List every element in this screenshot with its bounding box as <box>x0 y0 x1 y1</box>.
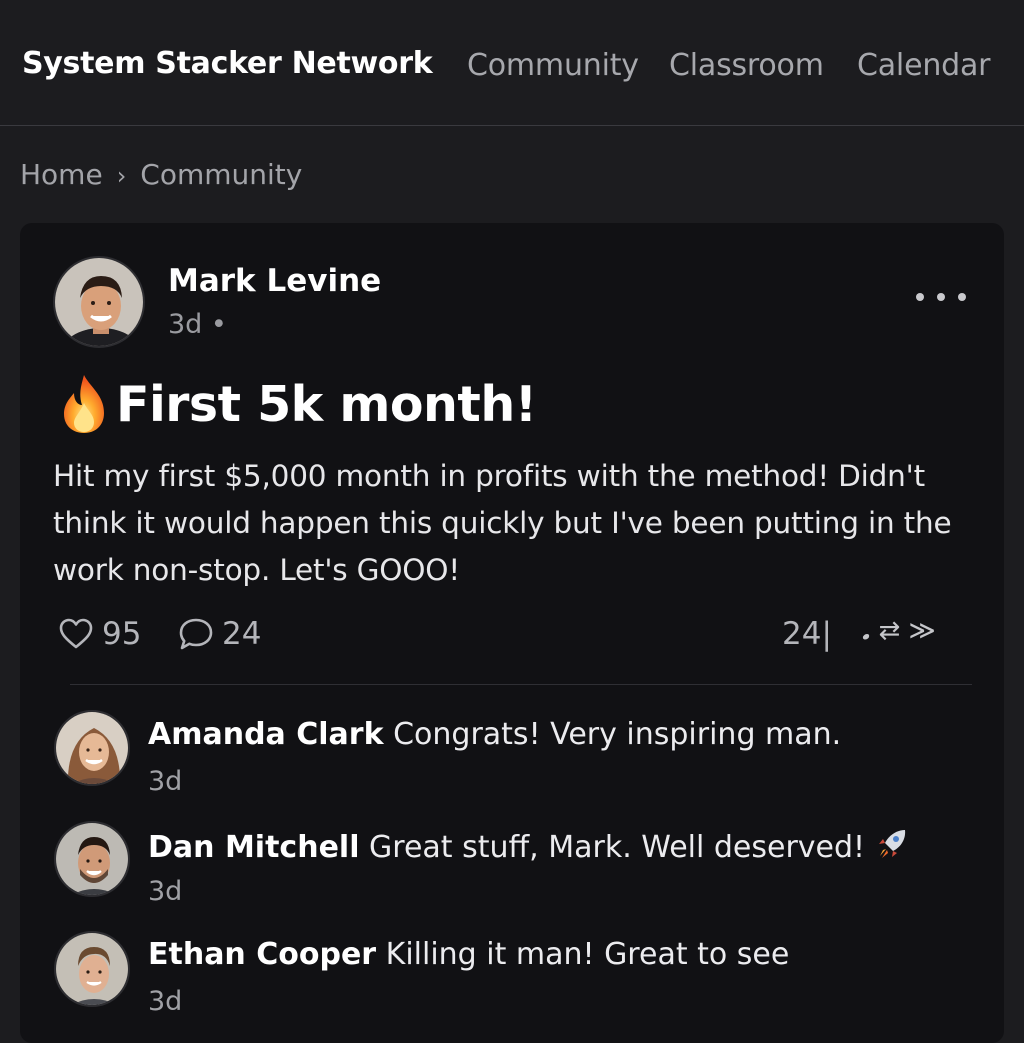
post-body-line: work non-stop. Let's GOOO! <box>53 553 460 587</box>
view-count-value: 24| <box>782 616 832 652</box>
share-glyphs-icon[interactable]: 𝅘 ⇄ ≫ <box>862 616 936 647</box>
nav-community[interactable]: Community <box>467 48 639 83</box>
view-count: 24| <box>782 616 832 652</box>
heart-icon <box>59 618 93 649</box>
comment-avatar-dan[interactable] <box>54 821 130 897</box>
comment-avatar-amanda[interactable] <box>54 710 130 786</box>
comment-text: Congrats! Very inspiring man. <box>393 717 842 752</box>
comment-timestamp: 3d <box>148 876 183 907</box>
rocket-icon <box>878 830 905 858</box>
comment-author-name[interactable]: Amanda Clark <box>148 717 384 752</box>
comment-bubble-icon <box>179 618 213 650</box>
post-body: Hit my first $5,000 month in profits wit… <box>53 453 973 594</box>
comment-text-line: Dan Mitchell Great stuff, Mark. Well des… <box>148 827 909 865</box>
comment-text: Great stuff, Mark. Well deserved! <box>369 830 866 865</box>
breadcrumb-chevron-icon: › <box>116 162 127 190</box>
top-navigation-bar: System Stacker Network Community Classro… <box>0 0 1024 126</box>
brand-title[interactable]: System Stacker Network <box>22 46 433 81</box>
fire-icon <box>64 375 104 433</box>
comments-divider <box>70 684 972 685</box>
nav-calendar[interactable]: Calendar <box>857 48 991 83</box>
comment-text-line: Ethan Cooper Killing it man! Great to se… <box>148 937 789 972</box>
more-options-icon[interactable] <box>916 283 966 311</box>
post-card: Mark Levine 3d • First 5k month! Hit my … <box>20 223 1004 1043</box>
nav-classroom[interactable]: Classroom <box>669 48 824 83</box>
post-title-text: First 5k month! <box>116 375 537 433</box>
comment-avatar-ethan[interactable] <box>54 931 130 1007</box>
breadcrumb-home[interactable]: Home <box>20 158 103 191</box>
share-actions[interactable]: 𝅘 ⇄ ≫ <box>862 616 936 647</box>
author-avatar[interactable] <box>53 256 145 348</box>
post-title: First 5k month! <box>56 369 537 439</box>
comment-button[interactable]: 24 <box>178 616 261 652</box>
comment-author-name[interactable]: Dan Mitchell <box>148 830 359 865</box>
comment-timestamp: 3d <box>148 986 183 1017</box>
comment-author-name[interactable]: Ethan Cooper <box>148 937 376 972</box>
post-body-line: think it would happen this quickly but I… <box>53 506 952 540</box>
comment-text: Killing it man! Great to see <box>385 937 790 972</box>
breadcrumb: Home › Community <box>20 158 302 191</box>
like-button[interactable]: 95 <box>58 616 141 652</box>
comment-count: 24 <box>222 616 262 652</box>
like-count: 95 <box>102 616 142 652</box>
comment-timestamp: 3d <box>148 766 183 797</box>
post-author-name[interactable]: Mark Levine <box>168 263 381 299</box>
comment-text-line: Amanda Clark Congrats! Very inspiring ma… <box>148 717 841 752</box>
post-timestamp: 3d • <box>168 309 227 340</box>
breadcrumb-current[interactable]: Community <box>140 158 302 191</box>
post-body-line: Hit my first $5,000 month in profits wit… <box>53 459 925 493</box>
